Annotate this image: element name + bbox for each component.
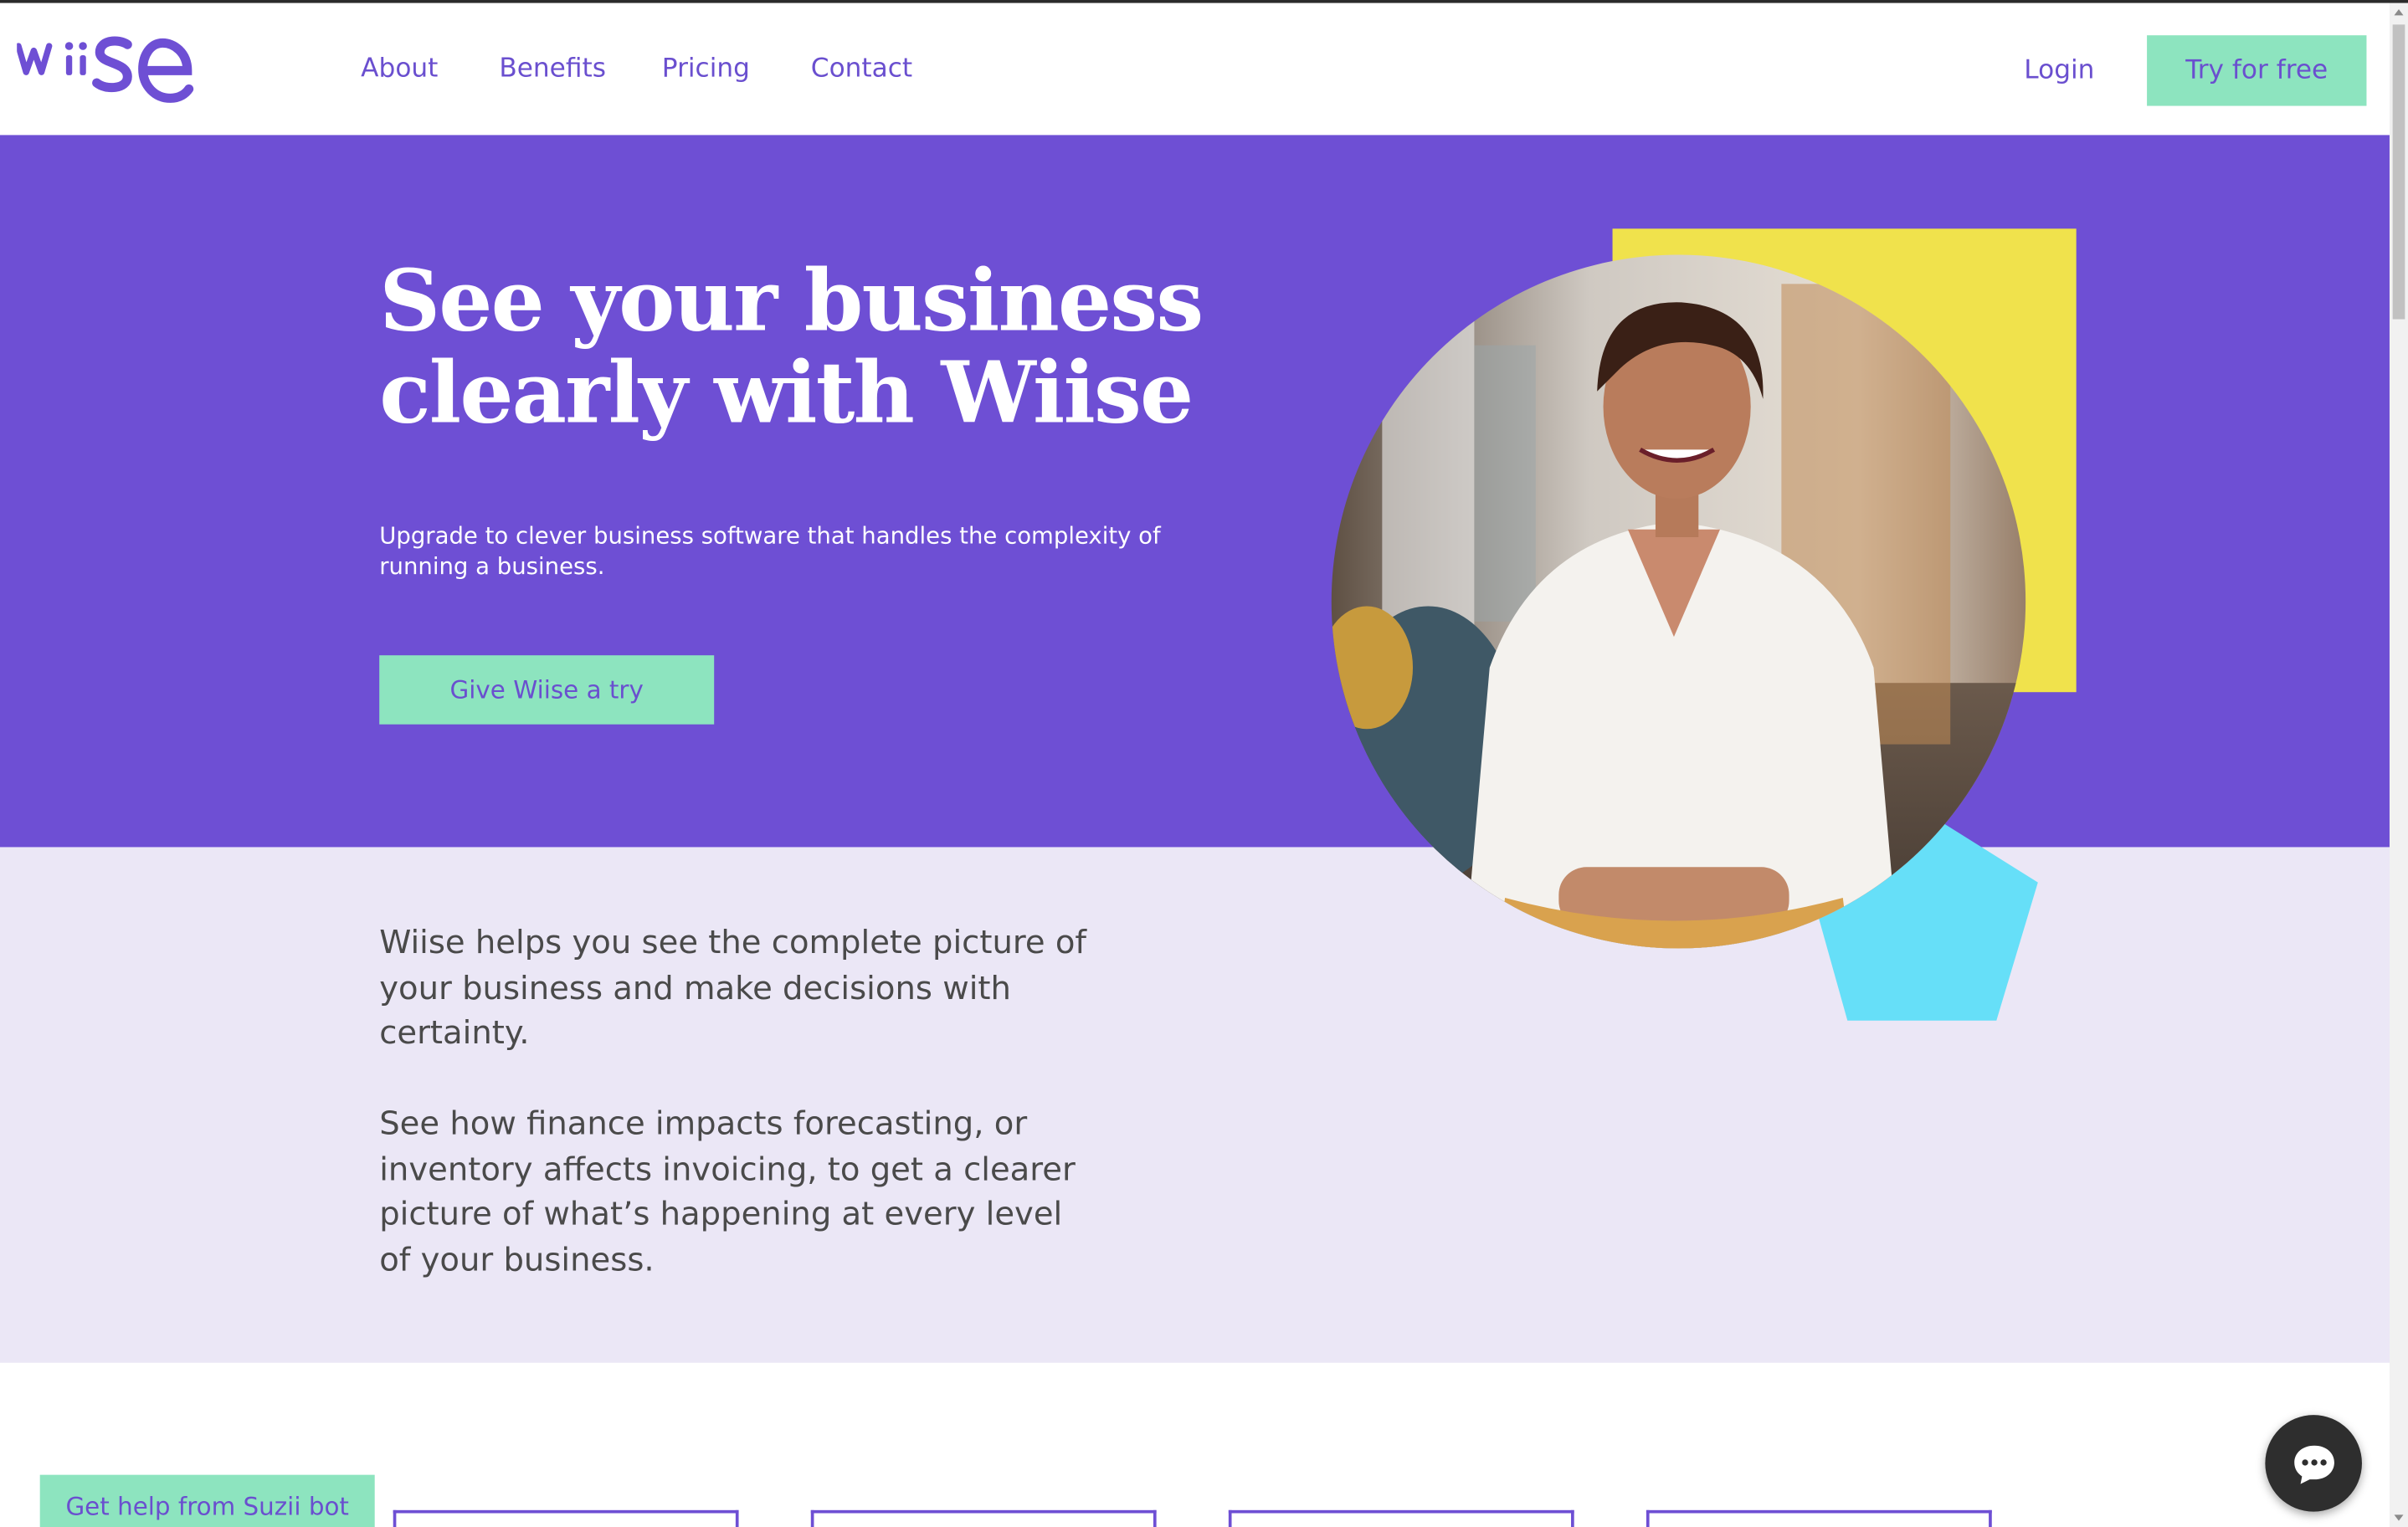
hero-graphic [1331, 228, 2077, 1021]
scrollbar-thumb[interactable] [2392, 24, 2405, 320]
hero-subtitle: Upgrade to clever business software that… [379, 521, 1161, 581]
page: About Benefits Pricing Contact Login Try… [0, 0, 2408, 1527]
wiise-logo[interactable] [17, 24, 198, 110]
login-link[interactable]: Login [2024, 55, 2094, 86]
scroll-up-arrow-icon[interactable] [2393, 5, 2405, 20]
hero-title-line-1: See your business [379, 249, 1204, 351]
hero-title: See your business clearly with Wiise [379, 254, 1301, 438]
nav-benefits[interactable]: Benefits [499, 54, 606, 85]
try-for-free-button[interactable]: Try for free [2147, 35, 2367, 106]
site-header: About Benefits Pricing Contact Login Try… [0, 3, 2390, 136]
feature-card-2 [810, 1509, 1157, 1527]
hero-title-line-2: clearly with Wiise [379, 342, 1194, 443]
suzii-bot-help-button[interactable]: Get help from Suzii bot [39, 1474, 375, 1527]
nav-about[interactable]: About [361, 54, 438, 85]
nav-contact[interactable]: Contact [811, 54, 912, 85]
feature-card-3 [1228, 1509, 1574, 1527]
chat-bubble-icon [2293, 1444, 2334, 1483]
give-wiise-a-try-button[interactable]: Give Wiise a try [379, 655, 715, 725]
intro-paragraph-1: Wiise helps you see the complete picture… [379, 924, 1086, 1052]
feature-card-4 [1646, 1509, 1992, 1527]
intro-paragraph-2: See how finance impacts forecasting, or … [379, 1104, 1076, 1278]
scroll-down-arrow-icon[interactable] [2393, 1510, 2405, 1525]
feature-card-1 [393, 1509, 739, 1527]
chat-button[interactable] [2265, 1415, 2362, 1512]
vertical-scrollbar[interactable] [2389, 3, 2408, 1527]
nav-pricing[interactable]: Pricing [662, 54, 750, 85]
